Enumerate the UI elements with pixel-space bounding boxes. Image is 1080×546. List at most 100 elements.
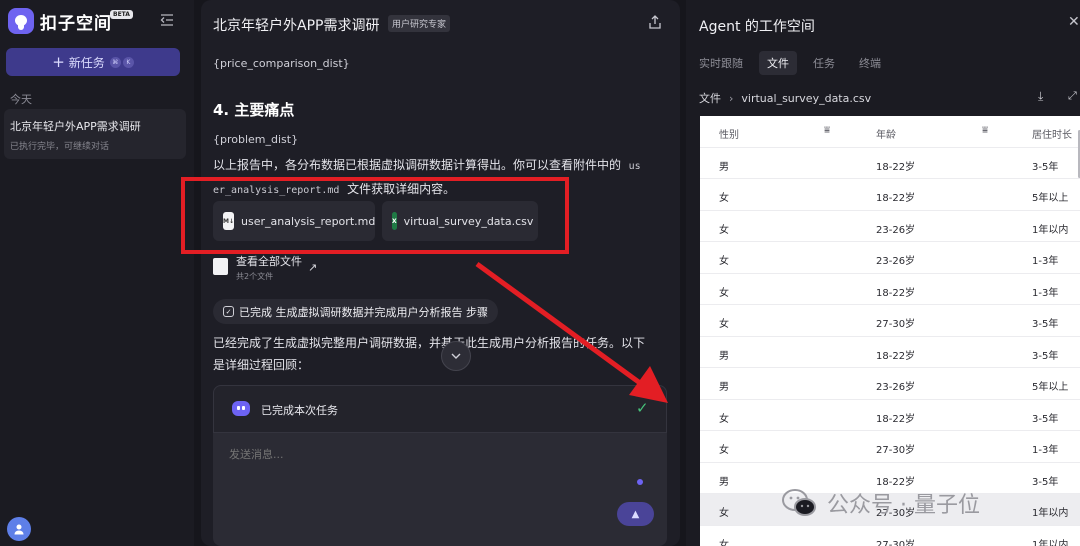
table-cell: 女 xyxy=(719,413,729,425)
problem-distribution-placeholder: {problem_dist} xyxy=(213,133,299,146)
collapse-sidebar-icon[interactable] xyxy=(160,14,174,26)
workspace-tabs: 实时跟随 文件 任务 终端 xyxy=(699,51,897,75)
table-row[interactable]: 女 23-26岁 1-3年 xyxy=(700,242,1080,274)
table-cell: 23-26岁 xyxy=(876,224,916,236)
filter-icon[interactable]: ⩸ xyxy=(982,125,988,136)
document-icon xyxy=(213,258,228,275)
table-cell: 女 xyxy=(719,445,729,456)
scroll-down-button[interactable] xyxy=(441,341,471,371)
summary-line-2: 是详细过程回顾： xyxy=(213,358,310,372)
table-row[interactable]: 女 18-22岁 5年以上 xyxy=(700,179,1080,211)
highlight-box xyxy=(181,177,569,254)
history-item-subtitle: 已执行完毕，可继续对话 xyxy=(10,142,110,152)
new-task-button[interactable]: + 新任务 ⌘ K xyxy=(6,48,180,76)
share-icon[interactable] xyxy=(648,15,662,29)
table-cell: 5年以上 xyxy=(1032,382,1069,393)
table-cell: 27-30岁 xyxy=(876,319,916,330)
plus-icon: + xyxy=(52,53,65,71)
close-icon[interactable]: ✕ xyxy=(1068,14,1080,30)
table-cell: 18-22岁 xyxy=(876,193,916,204)
table-header-row: 性别 ⩸ 年龄 ⩸ 居住时长 xyxy=(700,116,1080,148)
send-button[interactable]: ▲ xyxy=(617,502,654,526)
breadcrumb-file: virtual_survey_data.csv xyxy=(741,92,872,105)
expand-icon[interactable]: ⤢ xyxy=(1068,89,1077,103)
check-icon: ✓ xyxy=(223,306,234,317)
watermark-text: 公众号 · 量子位 xyxy=(827,493,980,518)
tab-terminal[interactable]: 终端 xyxy=(851,51,889,75)
tab-tasks[interactable]: 任务 xyxy=(805,51,843,75)
report-text-1: 以上报告中，各分布数据已根据虚拟调研数据计算得出。你可以查看附件中的 xyxy=(213,158,622,172)
table-row[interactable]: 女 27-30岁 1-3年 xyxy=(700,431,1080,463)
step-status-pill[interactable]: ✓ 已完成 生成虚拟调研数据并完成用户分析报告 步骤 xyxy=(213,299,498,324)
table-row[interactable]: 男 18-22岁 3-5年 xyxy=(700,337,1080,368)
message-input[interactable] xyxy=(229,448,609,461)
checkmark-icon: ✓ xyxy=(636,399,649,417)
shortcut-cmd-key: ⌘ xyxy=(109,56,121,68)
table-cell: 1-3年 xyxy=(1032,287,1059,299)
task-complete-card: 已完成本次任务 ✓ xyxy=(213,385,667,433)
table-cell: 27-30岁 xyxy=(876,445,916,456)
table-cell: 3-5年 xyxy=(1032,476,1059,488)
user-icon xyxy=(14,524,24,535)
history-item-title: 北京年轻户外APP需求调研 xyxy=(10,120,141,133)
table-cell: 18-22岁 xyxy=(876,413,916,425)
brand-logo-icon xyxy=(8,8,34,34)
history-item[interactable]: 北京年轻户外APP需求调研 已执行完毕，可继续对话 xyxy=(4,109,186,159)
breadcrumb-root[interactable]: 文件 xyxy=(699,92,721,105)
chevron-down-icon xyxy=(451,353,461,359)
download-icon[interactable]: ⤓ xyxy=(1038,89,1043,104)
task-complete-label: 已完成本次任务 xyxy=(261,404,338,417)
view-all-files-link[interactable]: 查看全部文件 共2个文件 ↗ xyxy=(213,253,317,282)
sidebar: 扣子空间 BETA + 新任务 ⌘ K 今天 北京年轻户外APP需求调研 已执行… xyxy=(0,0,194,546)
table-cell: 女 xyxy=(719,193,729,204)
table-cell: 3-5年 xyxy=(1032,350,1059,362)
shortcut-k-key: K xyxy=(122,56,134,68)
tab-files[interactable]: 文件 xyxy=(759,51,797,75)
column-header-gender: 性别 xyxy=(719,130,739,141)
table-row[interactable]: 女 18-22岁 1-3年 xyxy=(700,274,1080,305)
table-cell: 3-5年 xyxy=(1032,413,1059,425)
table-cell: 3-5年 xyxy=(1032,319,1059,330)
message-composer: ▲ xyxy=(213,433,667,546)
table-row[interactable]: 女 27-30岁 1年以内 xyxy=(700,526,1080,546)
breadcrumb: 文件 › virtual_survey_data.csv xyxy=(699,90,871,106)
column-header-age: 年龄 xyxy=(876,130,896,141)
table-cell: 1-3年 xyxy=(1032,256,1059,267)
brand[interactable]: 扣子空间 BETA xyxy=(8,8,133,34)
table-row[interactable]: 男 23-26岁 5年以上 xyxy=(700,368,1080,400)
table-cell: 18-22岁 xyxy=(876,161,916,173)
table-cell: 1年以内 xyxy=(1032,508,1069,519)
table-cell: 3-5年 xyxy=(1032,161,1059,173)
price-distribution-placeholder: {price_comparison_dist} xyxy=(213,57,350,70)
table-cell: 女 xyxy=(719,508,729,519)
table-cell: 男 xyxy=(719,476,729,488)
user-avatar[interactable] xyxy=(7,517,31,541)
brand-name: 扣子空间 xyxy=(40,13,112,34)
tab-live-follow[interactable]: 实时跟随 xyxy=(699,51,751,75)
table-cell: 5年以上 xyxy=(1032,193,1069,204)
table-cell: 男 xyxy=(719,382,729,393)
table-row[interactable]: 女 18-22岁 3-5年 xyxy=(700,400,1080,431)
table-cell: 18-22岁 xyxy=(876,287,916,299)
table-cell: 男 xyxy=(719,350,729,362)
beta-badge: BETA xyxy=(110,10,133,19)
workspace-title: Agent 的工作空间 xyxy=(699,19,815,35)
new-task-label: 新任务 xyxy=(68,55,105,70)
wechat-icon xyxy=(782,489,816,516)
chat-title: 北京年轻户外APP需求调研 xyxy=(213,18,380,34)
table-row[interactable]: 女 27-30岁 3-5年 xyxy=(700,305,1080,337)
table-cell: 23-26岁 xyxy=(876,256,916,267)
filter-icon[interactable]: ⩸ xyxy=(824,125,830,136)
report-filename-part-1: us xyxy=(628,161,641,172)
file-count: 共2个文件 xyxy=(236,272,274,281)
status-dot xyxy=(637,479,643,485)
external-arrow-icon: ↗ xyxy=(308,261,318,274)
table-row[interactable]: 男 18-22岁 3-5年 xyxy=(700,148,1080,179)
table-cell: 1年以内 xyxy=(1032,539,1069,546)
table-cell: 1-3年 xyxy=(1032,445,1059,456)
table-cell: 23-26岁 xyxy=(876,382,916,393)
summary-line-1: 已经完成了生成虚拟完整用户调研数据，并基于此生成用户分析报告的任务。以下 xyxy=(213,336,646,350)
app-root: 扣子空间 BETA + 新任务 ⌘ K 今天 北京年轻户外APP需求调研 已执行… xyxy=(0,0,1080,546)
column-header-residence: 居住时长 xyxy=(1032,130,1072,141)
table-row[interactable]: 女 23-26岁 1年以内 xyxy=(700,211,1080,242)
